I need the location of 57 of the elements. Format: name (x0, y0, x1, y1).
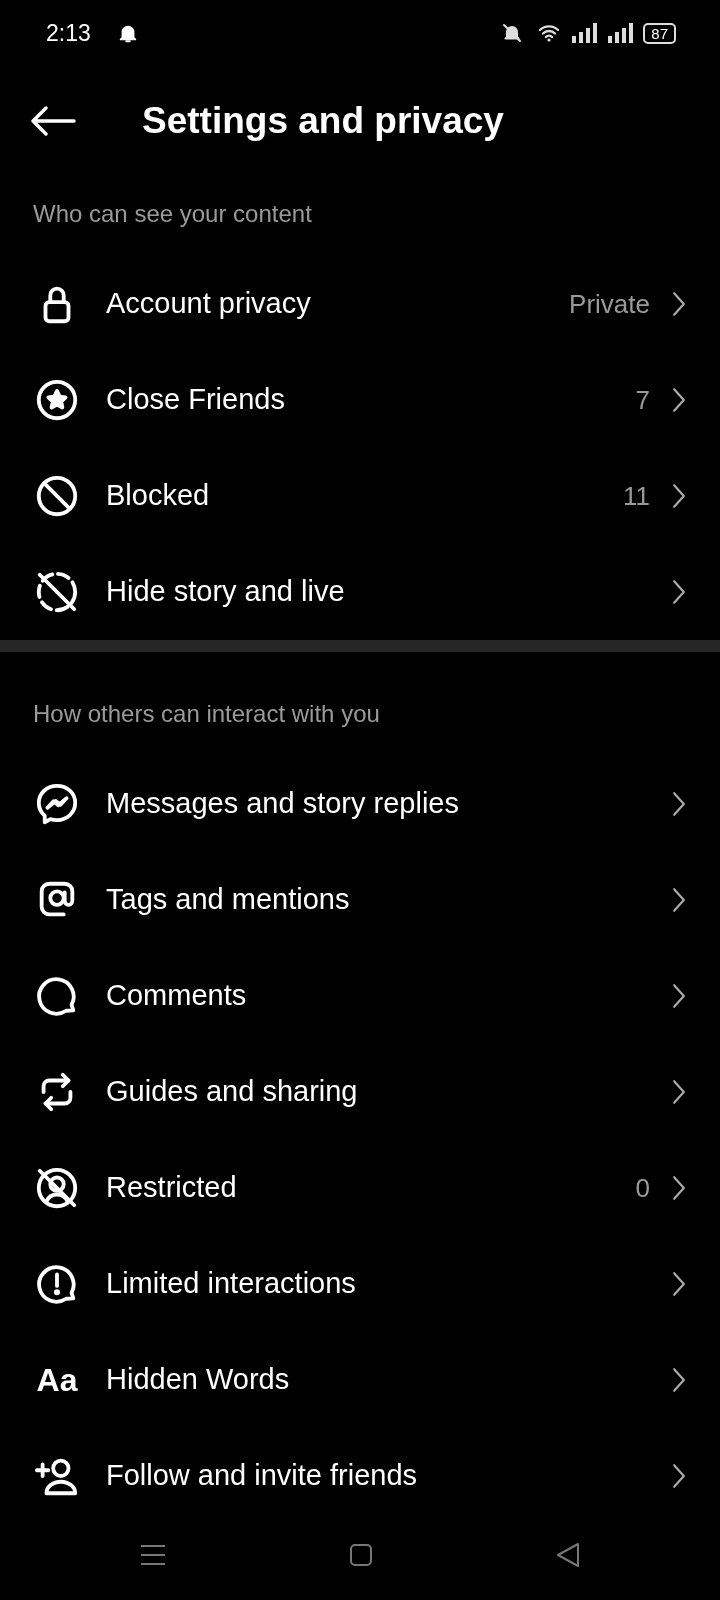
item-label: Account privacy (106, 286, 312, 322)
settings-item[interactable]: Aa Hidden Words (0, 1332, 720, 1428)
settings-item[interactable]: Restricted 0 (0, 1140, 720, 1236)
item-label: Tags and mentions (106, 882, 351, 918)
chevron-right-icon (672, 1175, 686, 1201)
chevron-right-icon (672, 887, 686, 913)
hide-story-icon (34, 569, 80, 615)
settings-item[interactable]: Follow and invite friends (0, 1428, 720, 1524)
section-heading: How others can interact with you (32, 699, 381, 729)
item-label: Close Friends (106, 382, 286, 418)
text-size-icon: Aa (34, 1356, 80, 1404)
chevron-right-icon (672, 1367, 686, 1393)
battery-indicator: 87 (643, 22, 676, 44)
item-label: Hide story and live (106, 574, 346, 610)
page-title: Settings and privacy (142, 99, 504, 144)
settings-item[interactable]: Messages and story replies (0, 756, 720, 852)
settings-item[interactable]: Comments (0, 948, 720, 1044)
home-icon[interactable] (349, 1543, 373, 1567)
item-label: Follow and invite friends (106, 1458, 419, 1494)
item-value: 11 (623, 479, 650, 513)
settings-item[interactable]: Limited interactions (0, 1236, 720, 1332)
item-label: Hidden Words (106, 1362, 291, 1398)
messenger-icon (34, 781, 80, 827)
settings-item[interactable]: Tags and mentions (0, 852, 720, 948)
item-label: Comments (106, 978, 248, 1014)
item-label: Limited interactions (106, 1266, 357, 1302)
star-circle-icon (34, 377, 80, 423)
chevron-right-icon (672, 983, 686, 1009)
signal-icon (571, 22, 600, 44)
blocked-icon (34, 473, 80, 519)
chevron-right-icon (672, 483, 686, 509)
item-value: 7 (635, 383, 650, 417)
item-label: Messages and story replies (106, 786, 460, 822)
signal-icon (607, 22, 636, 44)
chevron-right-icon (672, 291, 686, 317)
settings-item[interactable]: Account privacy Private (0, 256, 720, 352)
chevron-right-icon (672, 579, 686, 605)
item-value: Private (569, 287, 650, 321)
settings-item[interactable]: Close Friends 7 (0, 352, 720, 448)
item-label: Restricted (106, 1170, 238, 1206)
settings-item[interactable]: Hide story and live (0, 544, 720, 640)
item-label: Guides and sharing (106, 1074, 359, 1110)
settings-item[interactable]: Guides and sharing (0, 1044, 720, 1140)
settings-item[interactable]: Blocked 11 (0, 448, 720, 544)
chevron-right-icon (672, 1271, 686, 1297)
status-time: 2:13 (46, 18, 91, 48)
item-label: Blocked (106, 478, 211, 514)
menu-icon[interactable] (139, 1543, 166, 1567)
back-icon[interactable] (556, 1542, 581, 1568)
chevron-right-icon (672, 1079, 686, 1105)
restricted-icon (34, 1165, 80, 1211)
chevron-right-icon (672, 1463, 686, 1489)
item-value: 0 (635, 1171, 650, 1205)
section-heading: Who can see your content (32, 199, 313, 229)
back-arrow-icon[interactable] (30, 106, 76, 136)
chevron-right-icon (672, 791, 686, 817)
chevron-right-icon (672, 387, 686, 413)
